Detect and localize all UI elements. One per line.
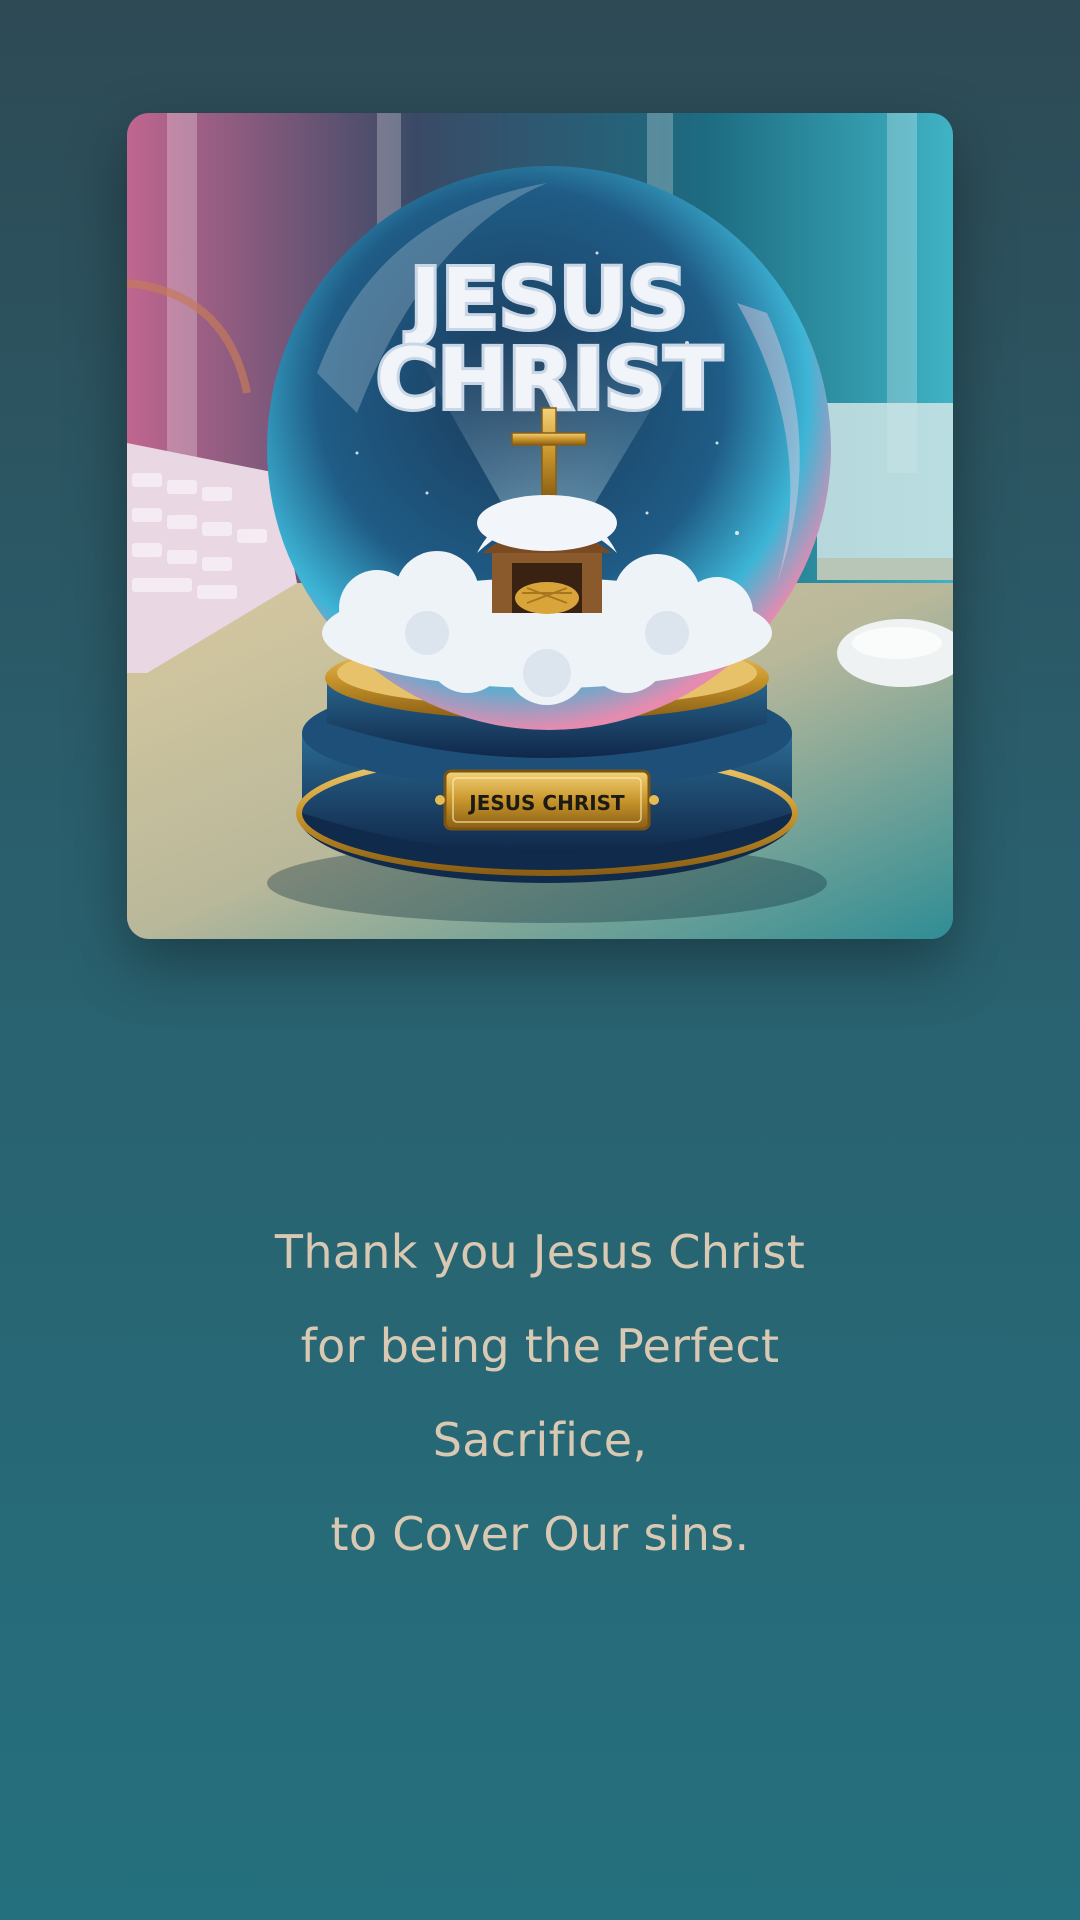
svg-text:JESUS CHRIST: JESUS CHRIST [467, 791, 625, 815]
message-line: Sacrifice, [432, 1413, 648, 1467]
name-plaque: JESUS CHRIST [435, 769, 659, 831]
message-line: Thank you Jesus Christ [274, 1225, 806, 1279]
message-line: for being the Perfect [300, 1319, 780, 1373]
message-line: to Cover Our sins. [330, 1507, 750, 1561]
snow-globe-image: JESUS CHRIST JESUS CHRIST [127, 113, 953, 939]
gratitude-message: Thank you Jesus Christ for being the Per… [140, 1205, 940, 1581]
snow-globe-illustration: JESUS CHRIST JESUS CHRIST [127, 113, 953, 939]
globe-cloud-title: JESUS CHRIST [373, 247, 725, 431]
manger-stable [477, 495, 617, 614]
